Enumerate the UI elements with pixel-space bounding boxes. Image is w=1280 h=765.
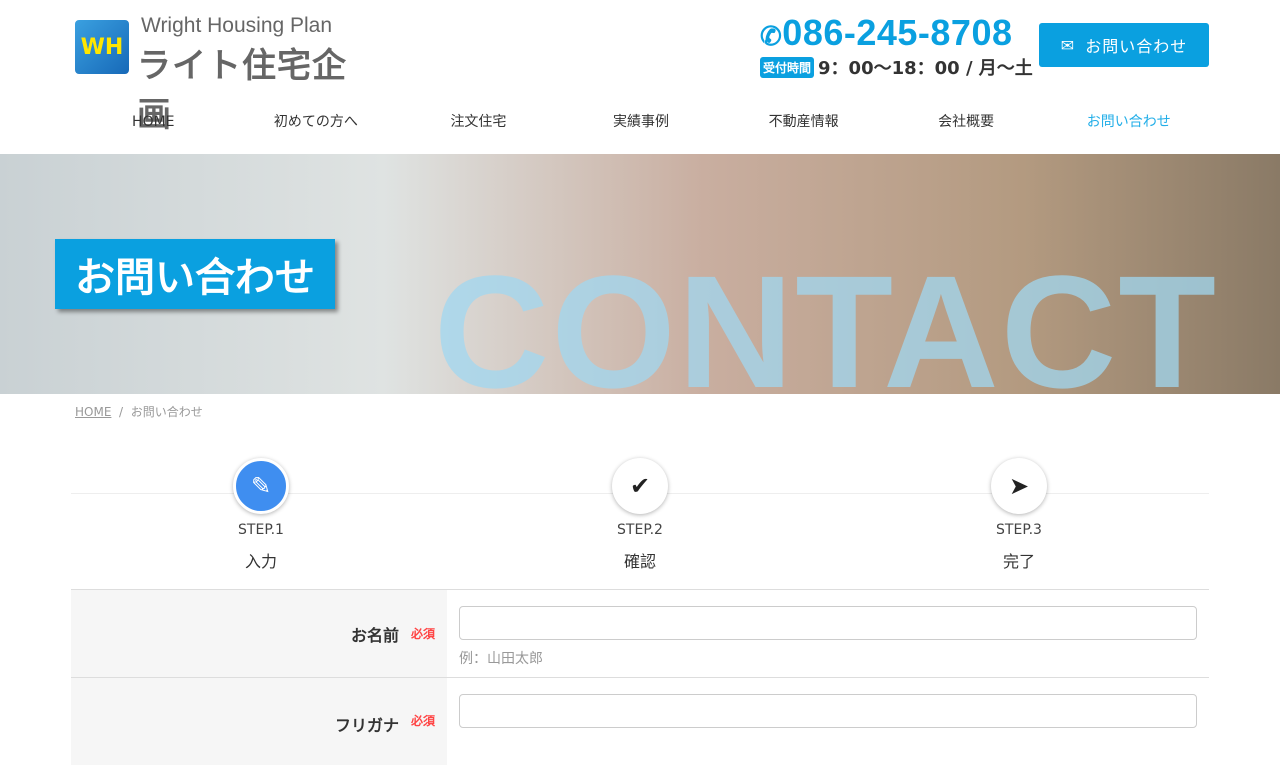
breadcrumb-home[interactable]: HOME	[75, 405, 111, 419]
hero-background-word: CONTACT	[433, 242, 1218, 394]
contact-button[interactable]: ✉ お問い合わせ	[1039, 23, 1209, 67]
name-input[interactable]	[459, 606, 1197, 640]
phone-icon: ✆	[760, 21, 783, 51]
hero-banner: CONTACT お問い合わせ	[0, 154, 1280, 394]
nav-real-estate[interactable]: 不動産情報	[722, 104, 885, 140]
name-hint: 例：山田太郎	[459, 651, 543, 667]
form-row-name: お名前 必須 例：山田太郎	[71, 589, 1209, 677]
contact-button-label: お問い合わせ	[1085, 37, 1188, 56]
step-number: STEP.1	[238, 522, 284, 538]
nav-company[interactable]: 会社概要	[885, 104, 1048, 140]
step-label: 確認	[623, 552, 656, 571]
step-1: ✎ STEP.1 入力	[201, 458, 321, 572]
business-hours: 受付時間 9：00～18：00 / 月～土	[760, 54, 1033, 80]
nav-home[interactable]: HOME	[72, 104, 235, 140]
paper-plane-icon: ➤	[991, 458, 1047, 514]
phone-text: 086-245-8708	[782, 12, 1013, 53]
main-nav: HOME 初めての方へ 注文住宅 実績事例 不動産情報 会社概要 お問い合わせ	[72, 104, 1210, 140]
breadcrumb-current: お問い合わせ	[130, 405, 203, 419]
step-number: STEP.3	[996, 522, 1042, 538]
nav-contact[interactable]: お問い合わせ	[1047, 104, 1210, 140]
phone-number[interactable]: ✆086-245-8708	[760, 12, 1013, 54]
furigana-label: フリガナ	[334, 716, 399, 735]
pencil-icon: ✎	[233, 458, 289, 514]
step-2: ✔ STEP.2 確認	[580, 458, 700, 572]
breadcrumb: HOME / お問い合わせ	[75, 403, 203, 420]
name-label: お名前	[350, 625, 399, 645]
logo[interactable]: WH Wright Housing Plan ライト住宅企画	[75, 14, 375, 135]
step-label: 完了	[1002, 552, 1035, 571]
page-title: お問い合わせ	[55, 239, 335, 309]
form-row-furigana: フリガナ 必須	[71, 677, 1209, 765]
required-badge: 必須	[410, 627, 435, 641]
step-number: STEP.2	[617, 522, 663, 538]
required-badge: 必須	[410, 714, 435, 728]
furigana-input[interactable]	[459, 694, 1197, 728]
breadcrumb-separator: /	[119, 405, 124, 419]
hours-tag: 受付時間	[760, 56, 815, 78]
nav-first-time[interactable]: 初めての方へ	[235, 104, 398, 140]
check-icon: ✔	[612, 458, 668, 514]
step-3: ➤ STEP.3 完了	[959, 458, 1079, 572]
nav-custom-home[interactable]: 注文住宅	[397, 104, 560, 140]
envelope-icon: ✉	[1060, 35, 1076, 55]
step-label: 入力	[244, 552, 277, 571]
hours-text: 9：00～18：00 / 月～土	[818, 58, 1033, 79]
nav-works[interactable]: 実績事例	[560, 104, 723, 140]
logo-english: Wright Housing Plan	[141, 14, 333, 37]
logo-mark: WH	[75, 20, 129, 74]
